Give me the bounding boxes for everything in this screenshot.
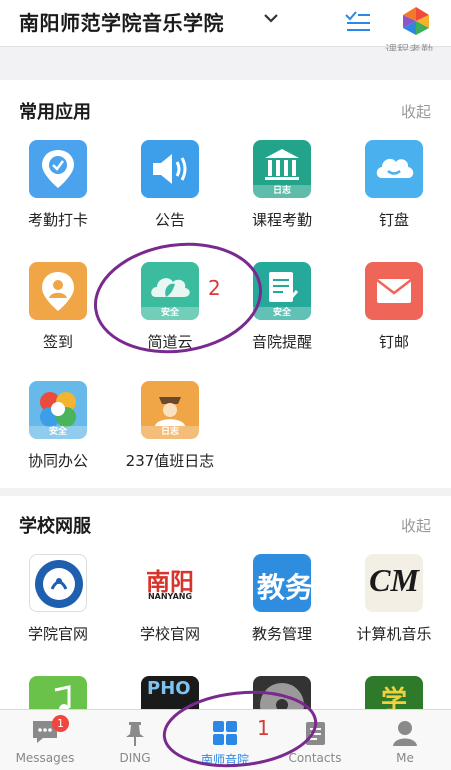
security-badge: 安全: [29, 426, 87, 439]
computer-music-icon: CM: [365, 554, 423, 612]
app-mail[interactable]: 钉邮: [338, 262, 450, 362]
top-header: 南阳师范学院音乐学院: [0, 0, 451, 47]
music-note-icon[interactable]: [29, 676, 87, 710]
app-label: 教务管理: [251, 625, 312, 643]
section-title: 常用应用: [19, 102, 91, 123]
clipped-shortcut-label: 课程考勤: [384, 43, 433, 51]
section-title: 学校网服: [19, 516, 91, 537]
bottom-tab-bar: 1 Messages DING 南师音院 Contacts Me 1: [0, 690, 451, 770]
app-collab-office[interactable]: 安全 协同办公: [2, 381, 114, 481]
tab-messages[interactable]: 1 Messages: [0, 710, 90, 770]
app-college-site[interactable]: 学院官网: [2, 554, 114, 654]
college-site-icon: [29, 554, 87, 612]
app-label: 公告: [154, 211, 185, 229]
tab-me[interactable]: Me: [360, 710, 450, 770]
academic-affairs-icon: 教务: [253, 554, 311, 612]
app-label: 钉邮: [378, 333, 409, 351]
annotation-circle: [93, 242, 263, 354]
app-label: 计算机音乐: [356, 625, 432, 643]
logo-text: 教务: [257, 573, 311, 604]
collapse-button[interactable]: 收起: [401, 101, 431, 122]
app-label: 237值班日志: [125, 452, 215, 470]
annotation-circle: [162, 690, 318, 768]
school-site-icon: 南阳 NANYANG: [141, 554, 199, 612]
logo-text: CM: [369, 562, 419, 598]
tab-label: Messages: [15, 751, 75, 765]
checklist-icon[interactable]: [344, 9, 372, 33]
tab-label: Me: [396, 751, 414, 765]
course-attendance-icon: 日志: [253, 140, 311, 198]
signin-icon: [29, 262, 87, 320]
annotation-number: 2: [208, 276, 221, 300]
xue-text: 学: [380, 686, 407, 710]
pin-icon: [126, 722, 144, 746]
app-duty-log[interactable]: 日志 237值班日志: [114, 381, 226, 481]
unread-badge: 1: [52, 715, 69, 732]
app-label: 考勤打卡: [27, 211, 88, 229]
cloud-drive-icon: [365, 140, 423, 198]
duty-log-icon: 日志: [141, 381, 199, 439]
attendance-checkin-icon: [29, 140, 87, 198]
app-label: 学校官网: [139, 625, 200, 643]
chevron-down-icon[interactable]: [263, 12, 279, 24]
profile-icon: [393, 721, 417, 746]
log-badge: 日志: [253, 185, 311, 198]
app-label: 课程考勤: [251, 211, 312, 229]
logo-subtext: NANYANG: [147, 592, 193, 601]
app-academic-affairs[interactable]: 教务 教务管理: [226, 554, 338, 654]
app-computer-music[interactable]: CM 计算机音乐: [338, 554, 450, 654]
organization-title[interactable]: 南阳师范学院音乐学院: [19, 7, 224, 36]
app-logo-icon[interactable]: [402, 6, 430, 36]
app-cloud-drive[interactable]: 钉盘: [338, 140, 450, 240]
log-badge: 日志: [141, 426, 199, 439]
mail-icon: [365, 262, 423, 320]
collab-office-icon: 安全: [29, 381, 87, 439]
app-label: 钉盘: [378, 211, 409, 229]
app-label: 协同办公: [27, 452, 88, 470]
app-course-attendance[interactable]: 日志 课程考勤: [226, 140, 338, 240]
common-apps-section: 常用应用 收起 考勤打卡 公告 日志 课程考勤 钉盘 签到 安全 简道云 安全 …: [0, 80, 451, 488]
annotation-number: 1: [257, 716, 270, 740]
school-services-section: 学校网服 收起 学院官网 南阳 NANYANG 学校官网 教务 教务管理 CM …: [0, 496, 451, 710]
announcement-icon: [141, 140, 199, 198]
app-announcement[interactable]: 公告: [114, 140, 226, 240]
app-label: 学院官网: [27, 625, 88, 643]
app-attendance-checkin[interactable]: 考勤打卡: [2, 140, 114, 240]
app-school-site[interactable]: 南阳 NANYANG 学校官网: [114, 554, 226, 654]
collapse-button[interactable]: 收起: [401, 515, 431, 536]
xue-icon[interactable]: 学: [365, 676, 423, 710]
